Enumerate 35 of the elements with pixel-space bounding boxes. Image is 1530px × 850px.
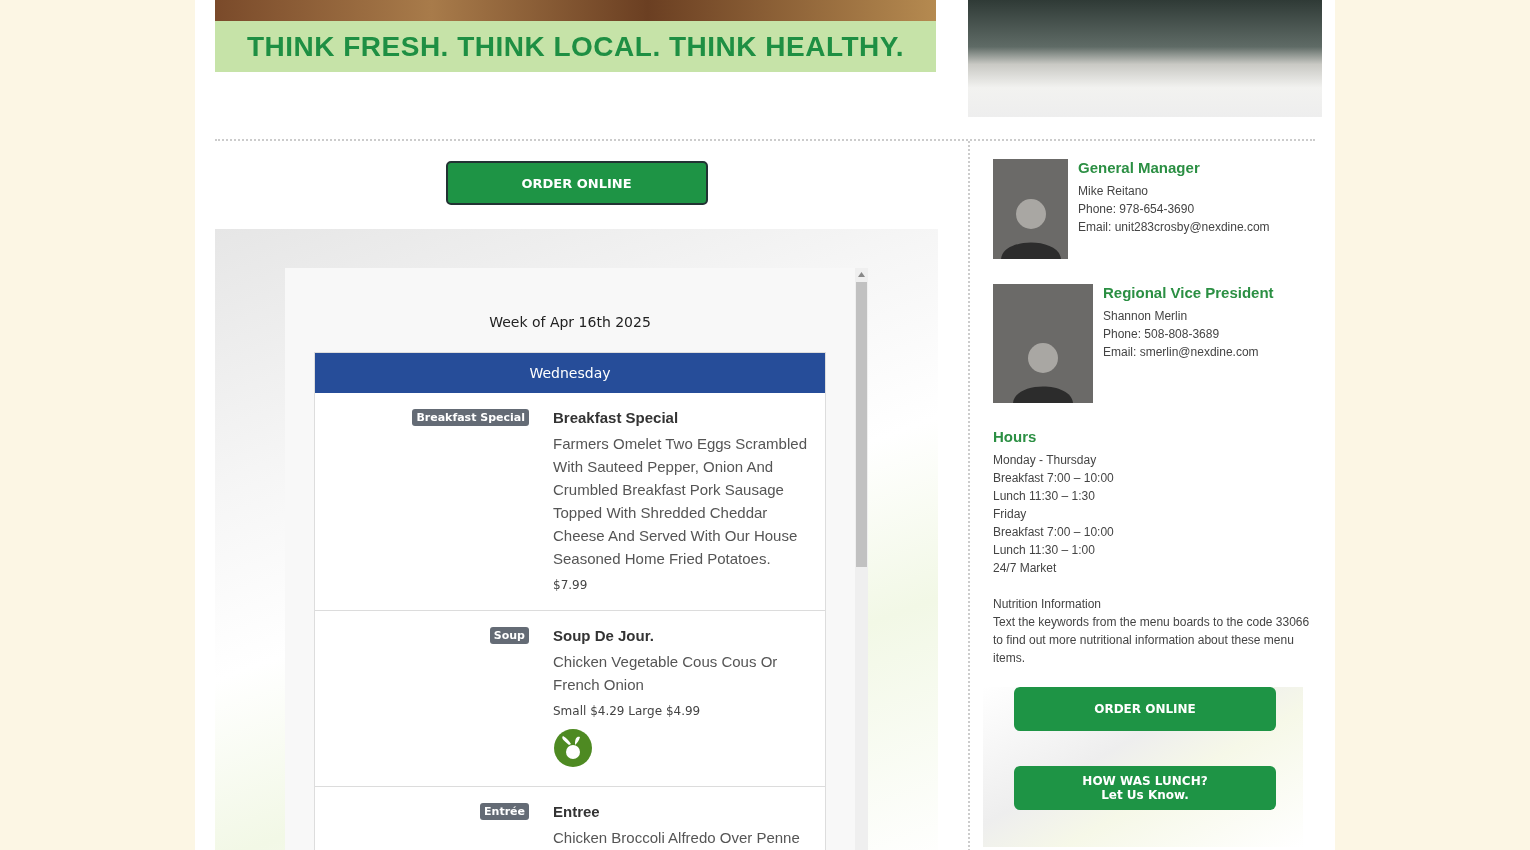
hours-heading: Hours [993, 428, 1038, 445]
slogan-banner: THINK FRESH. THINK LOCAL. THINK HEALTHY. [215, 21, 936, 72]
order-online-button[interactable]: ORDER ONLINE [445, 161, 708, 205]
dish-price: $7.99 [553, 578, 589, 592]
hours-line: Lunch 11:30 – 1:00 [993, 542, 1096, 559]
dish-title: Soup De Jour. [553, 627, 655, 644]
dish-description: Chicken Broccoli Alfredo Over Penne [553, 828, 801, 848]
contact-role: General Manager [1078, 159, 1201, 176]
hours-line: Lunch 11:30 – 1:30 [993, 488, 1096, 505]
hours-line: Friday [993, 506, 1028, 523]
contact-role: Regional Vice President [1103, 284, 1274, 301]
contact-phone: Phone: 508-808-3689 [1103, 326, 1221, 343]
contact-name: Mike Reitano [1078, 183, 1150, 200]
nutrition-text: Text the keywords from the menu boards to the code 33066 to find out more nutritional information about these menu items. [993, 614, 1311, 667]
hours-line: Breakfast 7:00 – 10:00 [993, 524, 1115, 541]
dish-description: Farmers Omelet Two Eggs Scrambled With Sauteed Pepper, Onion And Crumbled Breakfast Pork Sausage Topped With Shredded Cheddar Cheese And Served With Our House Seasoned Home Fried Potatoes. [553, 434, 808, 569]
dish-title: Entree [553, 803, 601, 820]
dish-price: Small $4.29 Large $4.99 [553, 704, 702, 718]
hours-line: Monday - Thursday [993, 452, 1098, 469]
category-badge: Breakfast Special [412, 409, 529, 426]
category-badge: Entrée [480, 803, 529, 820]
contact-email: Email: smerlin@nexdine.com [1103, 344, 1260, 361]
hours-line: Breakfast 7:00 – 10:00 [993, 470, 1115, 487]
contact-name: Shannon Merlin [1103, 308, 1189, 325]
week-title: Week of Apr 16th 2025 [489, 314, 651, 330]
dish-description: Chicken Vegetable Cous Cous Or French Onion [553, 652, 779, 695]
order-online-button[interactable]: ORDER ONLINE [1014, 687, 1276, 731]
day-header: Wednesday [315, 353, 825, 393]
nutrition-heading: Nutrition Information [993, 596, 1103, 613]
feedback-button[interactable]: HOW WAS LUNCH? Let Us Know. [1014, 766, 1276, 810]
hours-line: 24/7 Market [993, 560, 1058, 577]
contact-email: Email: unit283crosby@nexdine.com [1078, 219, 1270, 236]
category-badge: Soup [489, 627, 529, 644]
contact-phone: Phone: 978-654-3690 [1078, 201, 1196, 218]
dish-title: Breakfast Special [553, 409, 680, 426]
